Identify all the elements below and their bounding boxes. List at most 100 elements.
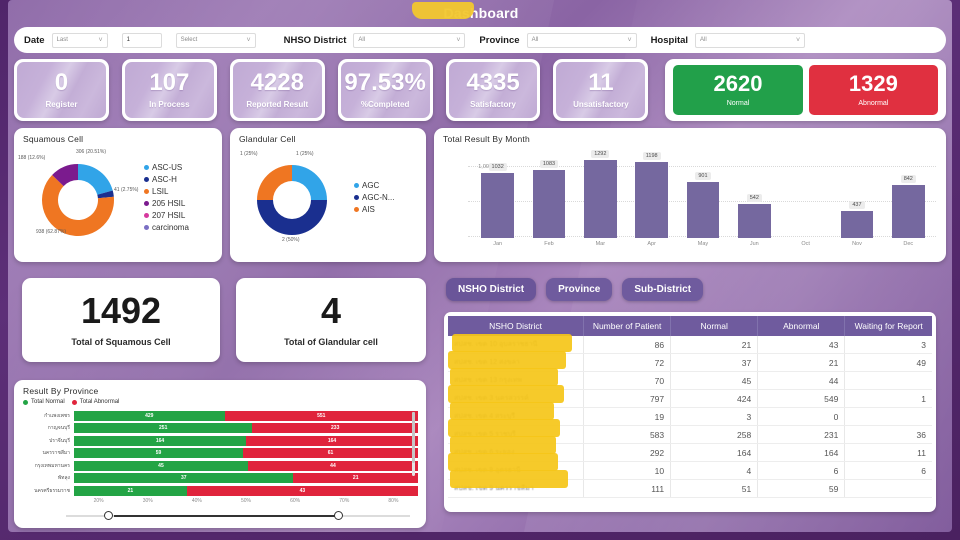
kpi-card-register[interactable]: 0 Register [14,59,109,121]
bar[interactable] [686,181,720,238]
date-count-input[interactable]: 1 [121,32,162,48]
month-bar-may[interactable]: 901 [677,150,728,238]
kpi-card-unsatisfactory[interactable]: 11 Unsatisfactory [553,59,649,121]
legend-item-207-hsil[interactable]: 207 HSIL [144,211,189,220]
nhso-district-select[interactable]: All ˅ [353,32,466,48]
legend-item-205-hsil[interactable]: 205 HSIL [144,199,189,208]
province-stacked-bar[interactable]: 37 21 [74,473,418,483]
segment-abnormal[interactable]: 233 [252,423,418,433]
squamous-cell-chart-card[interactable]: Squamous Cell 306 (20.51%) 188 (12.6%) 4… [14,128,222,262]
normal-abnormal-card[interactable]: 2620 Normal 1329 Abnormal [665,59,947,121]
province-row[interactable]: พัทลุง 37 21 [22,473,418,484]
table-header-normal[interactable]: Normal [670,316,759,336]
segment-normal[interactable]: 45 [74,460,248,471]
bar[interactable] [532,170,566,238]
total-result-by-month-card[interactable]: Total Result By Month 1,000 500 0 103210… [434,128,946,262]
segment-normal[interactable]: 251 [74,423,253,433]
segment-normal[interactable]: 164 [74,435,246,446]
province-stacked-bar[interactable]: 164 164 [74,435,418,446]
glandular-cell-chart-card[interactable]: Glandular Cell 1 (25%) 1 (25%) 2 (50%) A… [230,128,426,262]
bar[interactable] [840,210,874,238]
segment-normal[interactable]: 37 [74,473,294,483]
bar[interactable] [481,172,515,238]
slider-knob-left[interactable] [103,511,113,520]
legend-item-ais[interactable]: AIS [354,205,394,214]
kpi-card--completed[interactable]: 97.53% %Completed [337,59,433,121]
province-row[interactable]: กาญจนบุรี 251 233 [22,423,418,434]
total-glandular-cell-card[interactable]: 4 Total of Glandular cell [236,278,426,362]
kpi-card-satisfactory[interactable]: 4335 Satisfactory [445,59,541,121]
squamous-label-asc-h: 41 (2.75%) [114,187,139,193]
province-stacked-bar[interactable]: 429 551 [74,410,418,421]
month-bar-mar[interactable]: 1292 [575,150,626,238]
tab-province[interactable]: Province [546,278,613,301]
slice-asc-us[interactable] [78,164,113,195]
province-select[interactable]: All ˅ [526,32,637,48]
table-header-abnormal[interactable]: Abnormal [757,316,846,336]
date-count-value: 1 [126,37,130,43]
segment-abnormal[interactable]: 43 [186,485,418,496]
month-bar-nov[interactable]: 437 [831,150,882,238]
province-stacked-bar[interactable]: 21 43 [74,485,418,496]
province-row[interactable]: ปราจีนบุรี 164 164 [22,435,418,446]
bar[interactable] [737,203,771,238]
month-bar-dec[interactable]: 842 [883,150,934,238]
segment-normal[interactable]: 59 [74,448,244,458]
slice-ais[interactable] [257,165,292,200]
month-bar-jun[interactable]: 542 [729,150,780,238]
month-bar-oct[interactable] [780,150,831,238]
bar[interactable] [583,160,617,238]
table-header-nsho-district[interactable]: NSHO District [448,316,585,336]
nhso-district-filter-label: NHSO District [283,34,347,46]
total-squamous-cell-card[interactable]: 1492 Total of Squamous Cell [22,278,220,362]
slice-agc-n-[interactable] [257,200,327,235]
slider-knob-right[interactable] [334,511,344,520]
segment-abnormal[interactable]: 21 [293,473,418,483]
province-stacked-bar[interactable]: 251 233 [74,423,418,433]
month-bar-apr[interactable]: 1198 [626,150,677,238]
province-stacked-bar[interactable]: 59 61 [74,448,418,458]
cell-normal: 4 [670,461,759,480]
province-name: นครศรีธรรมราช [34,487,70,494]
kpi-card-in-process[interactable]: 107 In Process [121,59,217,121]
tab-nsho-district[interactable]: NSHO District [446,278,537,301]
kpi-card-reported-result[interactable]: 4228 Reported Result [229,59,325,121]
month-bar-jan[interactable]: 1032 [472,150,523,238]
province-row[interactable]: กำแพงเพชร 429 551 [22,410,418,421]
segment-abnormal[interactable]: 44 [247,460,418,471]
province-row[interactable]: กรุงเทพมหานคร 45 44 [22,460,418,471]
table-header-number-of-patient[interactable]: Number of Patient [583,316,672,336]
abnormal-tile[interactable]: 1329 Abnormal [808,65,939,115]
month-bar-feb[interactable]: 1083 [523,150,574,238]
bar[interactable] [891,185,925,238]
normal-tile[interactable]: 2620 Normal [673,65,803,115]
province-stacked-bar[interactable]: 45 44 [74,460,418,471]
legend-item-lsil[interactable]: LSIL [144,187,189,196]
segment-abnormal[interactable]: 61 [243,448,418,458]
legend-item-asc-us[interactable]: ASC-US [144,163,189,172]
slice-agc[interactable] [292,165,327,200]
legend-item-agc-n-[interactable]: AGC-N... [354,193,394,202]
month-xtick-jan: Jan [493,241,503,247]
segment-normal[interactable]: 429 [74,410,225,421]
date-mode-select[interactable]: Last ˅ [51,32,108,48]
result-by-province-card[interactable]: Result By Province Total Normal Total Ab… [14,380,426,528]
glandular-donut[interactable]: 1 (25%) 1 (25%) 2 (50%) [234,146,352,248]
legend-item-carcinoma[interactable]: carcinoma [144,223,189,232]
table-header-waiting-for-report[interactable]: Waiting for Report [844,316,932,336]
province-vertical-scrollbar[interactable] [412,412,415,476]
province-row[interactable]: นครศรีธรรมราช 21 43 [22,485,418,496]
bar[interactable] [635,162,669,238]
province-row[interactable]: นครราชสีมา 59 61 [22,448,418,459]
legend-item-asc-h[interactable]: ASC-H [144,175,189,184]
date-unit-select[interactable]: Select ˅ [175,32,256,48]
squamous-donut[interactable]: 306 (20.51%) 188 (12.6%) 41 (2.75%) 938 … [18,146,142,248]
segment-abnormal[interactable]: 164 [246,435,418,446]
tab-sub-district[interactable]: Sub-District [622,278,704,301]
segment-abnormal[interactable]: 551 [224,410,418,421]
legend-item-agc[interactable]: AGC [354,181,394,190]
district-table-card[interactable]: NSHO District Number of Patient Normal Abno… [444,312,936,512]
hospital-select[interactable]: All ˅ [695,32,806,48]
province-range-slider[interactable] [66,511,410,521]
segment-normal[interactable]: 21 [74,485,187,496]
